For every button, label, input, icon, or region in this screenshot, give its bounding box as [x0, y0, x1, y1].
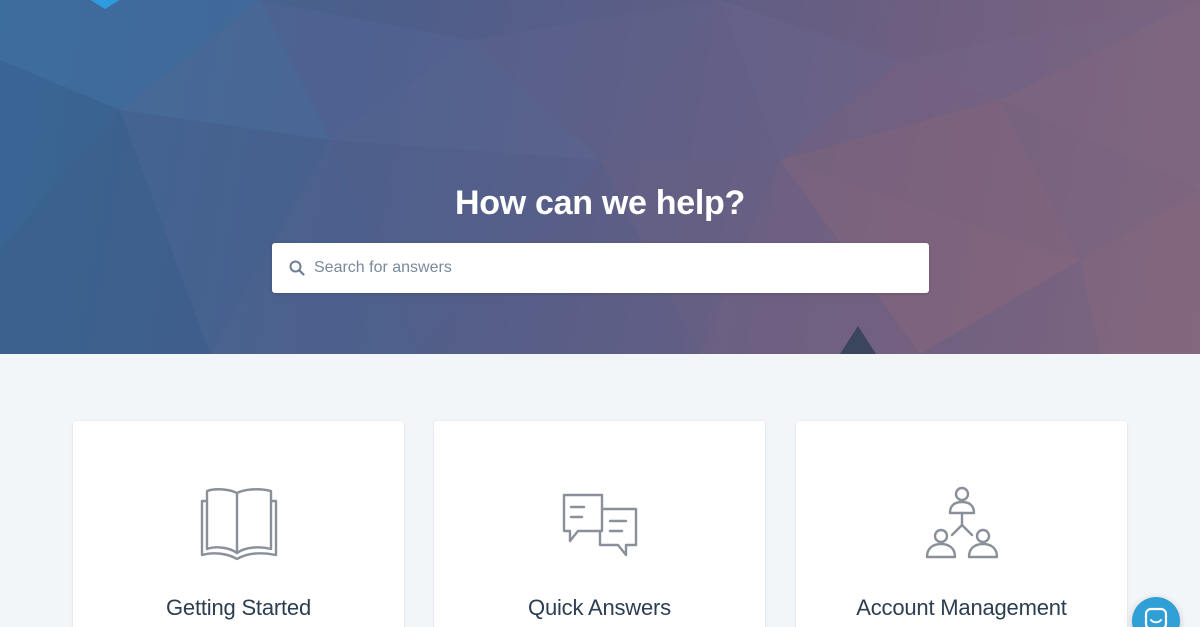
logo-icon[interactable] [84, 0, 126, 10]
card-title: Account Management [856, 595, 1067, 620]
search-box[interactable] [272, 243, 929, 293]
search-input[interactable] [314, 243, 914, 293]
search-icon [289, 260, 305, 276]
category-card-getting-started[interactable]: Getting Started [73, 421, 404, 627]
team-hierarchy-icon [925, 486, 998, 559]
book-icon [200, 488, 277, 561]
category-card-account-management[interactable]: Account Management [796, 421, 1127, 627]
hero-banner: How can we help? [0, 0, 1200, 354]
card-title: Quick Answers [528, 595, 671, 620]
card-title: Getting Started [166, 595, 311, 620]
hero-background-pattern [0, 0, 1200, 354]
chat-bubbles-icon [562, 493, 637, 557]
chat-icon [1144, 607, 1168, 627]
chat-launcher-button[interactable] [1132, 597, 1180, 627]
category-card-quick-answers[interactable]: Quick Answers [434, 421, 765, 627]
page-title: How can we help? [455, 184, 745, 222]
